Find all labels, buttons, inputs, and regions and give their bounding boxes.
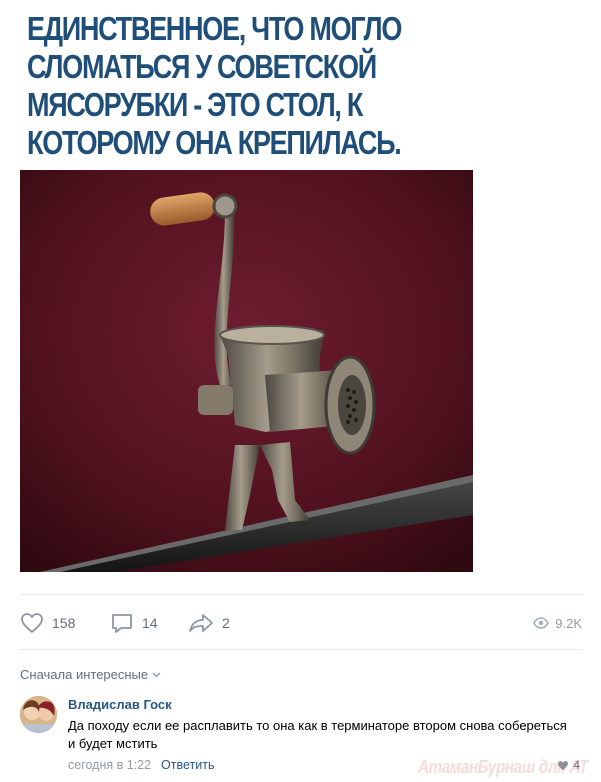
comment-count: 14 [142,615,158,631]
comment-time[interactable]: сегодня в 1:22 [68,758,151,772]
avatar-image [20,696,57,733]
caption-line-2: СЛОМАТЬСЯ У СОВЕТСКОЙ [27,48,377,85]
comment-author-link[interactable]: Владислав Госк [68,697,172,712]
comment-button[interactable]: 14 [110,612,158,634]
share-button[interactable]: 2 [188,612,230,634]
watermark-text: АтаманБурнаш для AT [418,757,588,777]
sort-label: Сначала интересные [20,667,149,682]
reply-button[interactable]: Ответить [161,758,214,772]
views-count: 9.2K [555,615,582,631]
share-count: 2 [222,615,230,631]
meat-grinder-illustration [20,170,473,572]
like-button[interactable]: 158 [20,612,75,634]
like-count: 158 [52,615,76,631]
comments-sort-dropdown[interactable]: Сначала интересные [20,667,161,682]
caption-line-4: КОТОРОМУ ОНА КРЕПИЛАСЬ. [27,124,402,161]
caption-line-1: ЕДИНСТВЕННОЕ, ЧТО МОГЛО [27,10,402,47]
share-arrow-icon [189,614,213,632]
heart-icon [21,613,43,633]
post-actions-bar: 158 14 2 9.2K [20,594,582,650]
views-counter: 9.2K [533,612,582,634]
caption-line-3: МЯСОРУБКИ - ЭТО СТОЛ, К [27,86,363,123]
post-image[interactable]: ЕДИНСТВЕННОЕ, ЧТО МОГЛО СЛОМАТЬСЯ У СОВЕ… [20,0,473,572]
comment-meta: сегодня в 1:22 Ответить [68,758,214,772]
chevron-down-icon [152,672,161,677]
meat-grinder-photo [20,170,473,572]
comment-icon [112,614,132,633]
eye-icon [533,617,550,629]
avatar[interactable] [20,696,57,733]
comment-text: Да походу если ее расплавить то она как … [68,718,567,751]
meme-caption: ЕДИНСТВЕННОЕ, ЧТО МОГЛО СЛОМАТЬСЯ У СОВЕ… [20,0,473,170]
